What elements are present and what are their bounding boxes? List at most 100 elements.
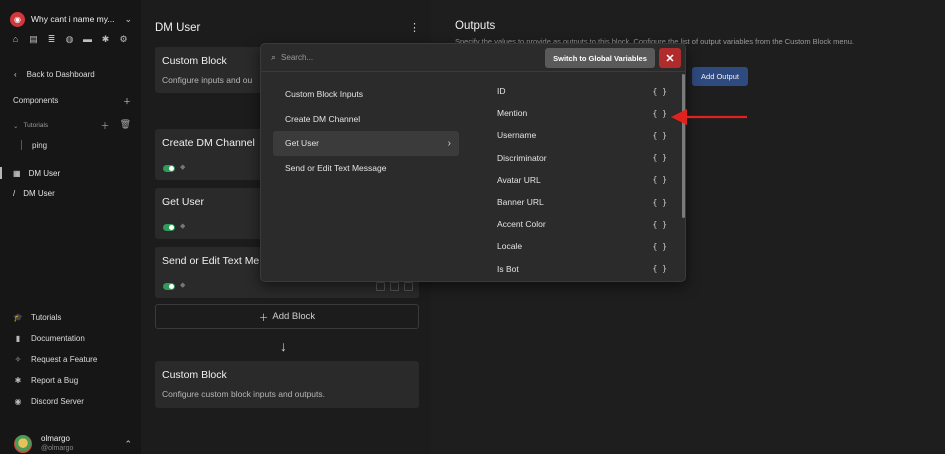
menu-item-label: Custom Block Inputs — [285, 89, 363, 100]
add-icon[interactable]: ＋ — [101, 119, 110, 132]
home-icon[interactable]: ⌂ — [10, 34, 21, 45]
menu-item-custom-block-inputs[interactable]: Custom Block Inputs — [273, 82, 459, 107]
components-header: Components ＋ — [13, 96, 131, 107]
menu-item-label: Send or Edit Text Message — [285, 162, 387, 173]
tag-icon[interactable]: ◆ — [180, 281, 185, 289]
card-title: Custom Block — [162, 369, 227, 381]
sidebar-icon-row: ⌂ ▤ ≣ ◍ ▬ ✱ ⚙ — [10, 34, 132, 46]
outputs-title: Outputs — [455, 20, 496, 32]
folder-label: Tutorials — [23, 122, 49, 129]
discord-icon: ◉ — [14, 397, 22, 406]
card-desc: Configure inputs and ou — [162, 75, 253, 85]
braces-icon: { } — [652, 86, 667, 96]
more-options-icon[interactable]: ⋮ — [409, 21, 420, 34]
nav-label: Request a Feature — [31, 355, 98, 364]
add-block-label: Add Block — [272, 311, 316, 322]
braces-icon: { } — [652, 219, 667, 229]
graduation-cap-icon: 🎓 — [13, 313, 23, 322]
page-title: DM User — [155, 22, 201, 34]
variable-list: ID { } Mention { } Username { } Discriminat… — [497, 80, 667, 280]
nav-discord-server[interactable]: ◉ Discord Server — [13, 397, 84, 406]
server-switcher[interactable]: ◉ Why cant i name my... ⌄ — [10, 10, 132, 28]
nav-report-bug[interactable]: ✱ Report a Bug — [13, 376, 79, 385]
server-avatar-icon: ◉ — [10, 11, 25, 27]
back-to-dashboard-link[interactable]: ‹ Back to Dashboard — [14, 70, 95, 79]
nav-documentation[interactable]: ▮ Documentation — [13, 334, 85, 343]
bug-icon[interactable]: ✱ — [100, 34, 111, 45]
enable-toggle[interactable] — [163, 224, 175, 231]
nav-request-feature[interactable]: ✧ Request a Feature — [13, 355, 98, 364]
custom-block-card-bottom[interactable]: Custom Block Configure custom block inpu… — [155, 361, 419, 408]
braces-icon: { } — [652, 264, 667, 274]
add-block-button[interactable]: ＋ Add Block — [155, 304, 419, 329]
search-input[interactable] — [281, 53, 532, 62]
file-icon: ▦ — [13, 169, 21, 178]
sidebar: ◉ Why cant i name my... ⌄ ⌂ ▤ ≣ ◍ ▬ ✱ ⚙ … — [0, 0, 141, 454]
switch-to-global-variables-button[interactable]: Switch to Global Variables — [545, 48, 655, 68]
variable-item[interactable]: Username { } — [497, 124, 667, 146]
variable-item[interactable]: Discriminator { } — [497, 147, 667, 169]
tag-icon[interactable]: ◆ — [180, 163, 185, 171]
variable-label: Avatar URL — [497, 174, 541, 185]
wand-icon: ✧ — [14, 355, 22, 364]
ping-label: ping — [32, 140, 48, 150]
user-menu[interactable]: olmargo @olmargo ⌃ — [14, 434, 132, 454]
braces-icon: { } — [652, 153, 667, 163]
variable-label: Username — [497, 130, 537, 141]
braces-icon: { } — [652, 130, 667, 140]
card-title: Create DM Channel — [162, 137, 255, 149]
slash-icon — [21, 140, 22, 150]
chevron-left-icon: ‹ — [14, 70, 17, 79]
search-icon: ⌕ — [271, 52, 277, 62]
arrow-down-icon: ↓ — [280, 338, 287, 354]
server-icon[interactable]: ▬ — [82, 34, 93, 45]
trash-icon[interactable]: 🗑 — [120, 119, 131, 132]
plus-icon: ＋ — [258, 312, 269, 324]
trash-icon[interactable] — [404, 282, 413, 291]
card-desc: Configure custom block inputs and output… — [162, 389, 326, 399]
sidebar-item-ping[interactable]: ping — [21, 140, 47, 150]
card-title: Custom Block — [162, 55, 227, 67]
nav-tutorials[interactable]: 🎓 Tutorials — [13, 313, 61, 322]
copy-icon[interactable] — [390, 282, 399, 291]
variable-item[interactable]: Locale { } — [497, 235, 667, 257]
folder-tutorials[interactable]: ⌄ Tutorials ＋ 🗑 — [13, 119, 131, 132]
add-component-icon[interactable]: ＋ — [123, 96, 131, 107]
components-label: Components — [13, 96, 59, 105]
menu-item-get-user[interactable]: Get User › — [273, 131, 459, 156]
sidebar-item-dm-user-2[interactable]: / DM User — [13, 189, 55, 198]
slash-icon: / — [13, 189, 16, 198]
variable-item[interactable]: ID { } — [497, 80, 667, 102]
add-output-button[interactable]: Add Output — [692, 67, 748, 86]
nav-label: Tutorials — [31, 313, 62, 322]
variable-item[interactable]: Banner URL { } — [497, 191, 667, 213]
chevron-up-icon: ⌃ — [124, 438, 132, 449]
tag-icon[interactable]: ◆ — [180, 222, 185, 230]
bug-icon: ✱ — [14, 376, 22, 385]
enable-toggle[interactable] — [163, 283, 175, 290]
card-title: Send or Edit Text Me — [162, 255, 260, 267]
variable-label: Is Bot — [497, 263, 519, 274]
variable-item[interactable]: Mention { } — [497, 102, 667, 124]
nav-label: Discord Server — [31, 397, 84, 406]
stats-icon[interactable]: ▤ — [28, 34, 39, 45]
list-icon[interactable]: ≣ — [46, 34, 57, 45]
nav-label: Report a Bug — [31, 376, 79, 385]
sidebar-item-dm-user[interactable]: ▦ DM User — [0, 167, 60, 179]
menu-item-create-dm-channel[interactable]: Create DM Channel — [273, 107, 459, 132]
scrollbar[interactable] — [682, 74, 685, 218]
variable-item[interactable]: Is Bot { } — [497, 258, 667, 280]
card-title: Get User — [162, 196, 205, 208]
variable-item[interactable]: Accent Color { } — [497, 213, 667, 235]
avatar — [14, 435, 32, 453]
variable-label: Locale — [497, 241, 523, 252]
red-arrow-annotation — [671, 109, 747, 125]
enable-toggle[interactable] — [163, 165, 175, 172]
menu-item-send-edit-text-message[interactable]: Send or Edit Text Message — [273, 156, 459, 181]
duplicate-icon[interactable] — [376, 282, 385, 291]
globe-icon[interactable]: ◍ — [64, 34, 75, 45]
close-button[interactable]: ✕ — [659, 48, 681, 68]
gear-icon[interactable]: ⚙ — [118, 34, 129, 45]
variable-label: Accent Color — [497, 219, 546, 230]
variable-item[interactable]: Avatar URL { } — [497, 169, 667, 191]
